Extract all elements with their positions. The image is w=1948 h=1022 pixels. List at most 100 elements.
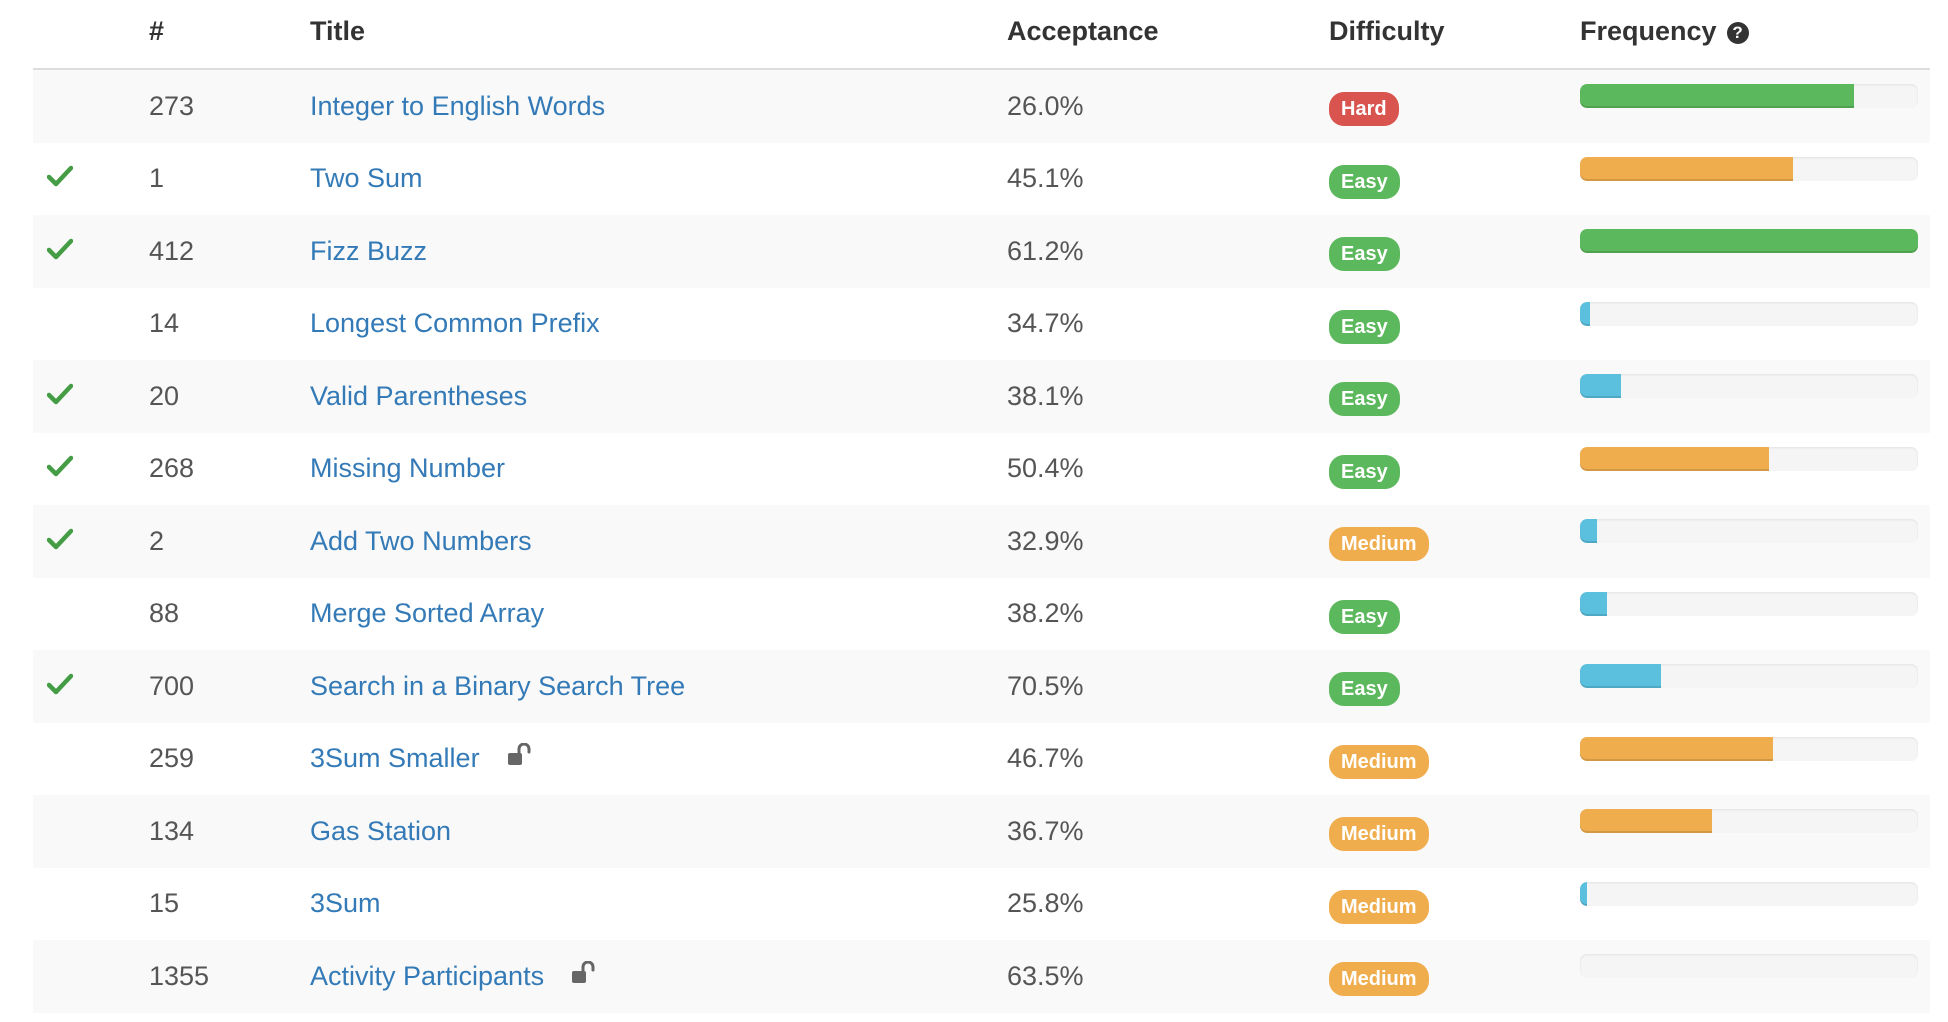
difficulty-cell: Medium [1329, 723, 1429, 796]
table-row: 1 Two Sum 45.1% Easy [33, 142, 1930, 216]
frequency-bar [1580, 84, 1918, 109]
table-row: 259 3Sum Smaller 46.7% Medium [33, 722, 1930, 796]
acceptance-rate: 36.7% [1007, 815, 1084, 846]
unlock-icon [506, 742, 532, 774]
frequency-cell [1580, 505, 1920, 578]
frequency-cell [1580, 70, 1920, 143]
frequency-cell [1580, 795, 1920, 868]
difficulty-cell: Medium [1329, 795, 1429, 868]
problem-title-link[interactable]: Missing Number [310, 453, 505, 484]
check-icon [46, 236, 74, 267]
problem-title-cell: Longest Common Prefix [310, 288, 600, 361]
frequency-bar [1580, 229, 1918, 254]
difficulty-cell: Medium [1329, 868, 1429, 941]
problem-number: 2 [149, 525, 165, 556]
frequency-cell [1580, 360, 1920, 433]
question-circle-icon[interactable]: ? [1726, 22, 1749, 44]
frequency-cell [1580, 215, 1920, 288]
problem-number: 700 [149, 670, 195, 701]
acceptance-rate: 63.5% [1007, 960, 1084, 991]
difficulty-cell: Hard [1329, 70, 1399, 143]
difficulty-badge: Medium [1329, 817, 1429, 852]
difficulty-badge: Easy [1329, 309, 1400, 344]
problem-number: 88 [149, 598, 180, 629]
difficulty-cell: Easy [1329, 578, 1400, 651]
difficulty-badge: Easy [1329, 382, 1400, 417]
frequency-bar-fill [1580, 519, 1597, 544]
header-difficulty[interactable]: Difficulty [1329, 16, 1445, 47]
check-icon [46, 453, 74, 484]
solved-cell [47, 578, 87, 651]
solved-cell [47, 288, 87, 361]
check-icon [46, 381, 74, 412]
frequency-cell [1580, 650, 1920, 723]
frequency-cell [1580, 578, 1920, 651]
problem-title-link[interactable]: Two Sum [310, 163, 423, 194]
problem-number: 1 [149, 163, 165, 194]
acceptance-rate: 50.4% [1007, 453, 1084, 484]
problem-title-link[interactable]: 3Sum [310, 888, 381, 919]
difficulty-cell: Easy [1329, 143, 1400, 216]
unlock-icon [570, 960, 596, 992]
solved-cell [46, 505, 87, 578]
header-acceptance[interactable]: Acceptance [1007, 16, 1159, 47]
acceptance-rate: 25.8% [1007, 888, 1084, 919]
difficulty-cell: Easy [1329, 288, 1400, 361]
problem-number: 412 [149, 235, 195, 266]
problem-number: 14 [149, 308, 180, 339]
frequency-bar [1580, 519, 1918, 544]
table-header: # Title Acceptance Difficulty Frequency? [33, 0, 1930, 70]
problem-title-cell: Two Sum [310, 143, 423, 216]
table-row: 2 Add Two Numbers 32.9% Medium [33, 505, 1930, 578]
table-row: 15 3Sum 25.8% Medium [33, 867, 1930, 941]
solved-cell [47, 795, 87, 868]
problem-title-link[interactable]: Valid Parentheses [310, 381, 527, 412]
acceptance-rate: 38.2% [1007, 598, 1084, 629]
difficulty-badge: Medium [1329, 962, 1429, 997]
frequency-bar-fill [1580, 446, 1770, 471]
difficulty-badge: Easy [1329, 599, 1400, 634]
table-body: 273 Integer to English Words 26.0% Hard 1 Two… [33, 70, 1930, 1013]
problem-number: 15 [149, 888, 180, 919]
table-row: 273 Integer to English Words 26.0% Hard [33, 70, 1930, 143]
solved-cell [46, 360, 87, 433]
solved-cell [47, 940, 87, 1013]
solved-cell [46, 650, 87, 723]
header-frequency[interactable]: Frequency? [1580, 16, 1749, 47]
problem-title-link[interactable]: Add Two Numbers [310, 526, 532, 557]
header-number[interactable]: # [149, 16, 164, 47]
problem-number: 1355 [149, 960, 210, 991]
header-title[interactable]: Title [310, 16, 365, 47]
problem-title-cell: Search in a Binary Search Tree [310, 650, 685, 723]
acceptance-rate: 61.2% [1007, 235, 1084, 266]
frequency-bar-fill [1580, 156, 1793, 181]
table-row: 20 Valid Parentheses 38.1% Easy [33, 360, 1930, 433]
problem-title-cell: Gas Station [310, 795, 451, 868]
table-row: 88 Merge Sorted Array 38.2% Easy [33, 577, 1930, 651]
problem-title-link[interactable]: Merge Sorted Array [310, 598, 544, 629]
difficulty-cell: Medium [1329, 940, 1429, 1013]
frequency-cell [1580, 433, 1920, 506]
problem-title-link[interactable]: Longest Common Prefix [310, 308, 600, 339]
difficulty-badge: Medium [1329, 527, 1429, 562]
frequency-bar [1580, 954, 1918, 979]
problem-title-cell: 3Sum [310, 868, 381, 941]
problem-title-link[interactable]: Fizz Buzz [310, 236, 427, 267]
frequency-bar [1580, 881, 1918, 906]
problem-title-cell: Integer to English Words [310, 70, 605, 143]
problem-title-link[interactable]: Integer to English Words [310, 91, 605, 122]
problem-title-cell: Valid Parentheses [310, 360, 527, 433]
problem-title-cell: Add Two Numbers [310, 505, 532, 578]
problem-number: 268 [149, 453, 195, 484]
problem-title-link[interactable]: Activity Participants [310, 961, 544, 992]
problem-title-link[interactable]: Search in a Binary Search Tree [310, 671, 685, 702]
frequency-bar [1580, 301, 1918, 326]
problem-title-cell: 3Sum Smaller [310, 723, 532, 796]
solved-cell [47, 70, 87, 143]
problem-title-link[interactable]: Gas Station [310, 816, 451, 847]
problem-title-link[interactable]: 3Sum Smaller [310, 743, 480, 774]
acceptance-rate: 34.7% [1007, 308, 1084, 339]
difficulty-cell: Easy [1329, 360, 1400, 433]
problem-number: 259 [149, 743, 195, 774]
frequency-bar-fill [1580, 591, 1608, 616]
